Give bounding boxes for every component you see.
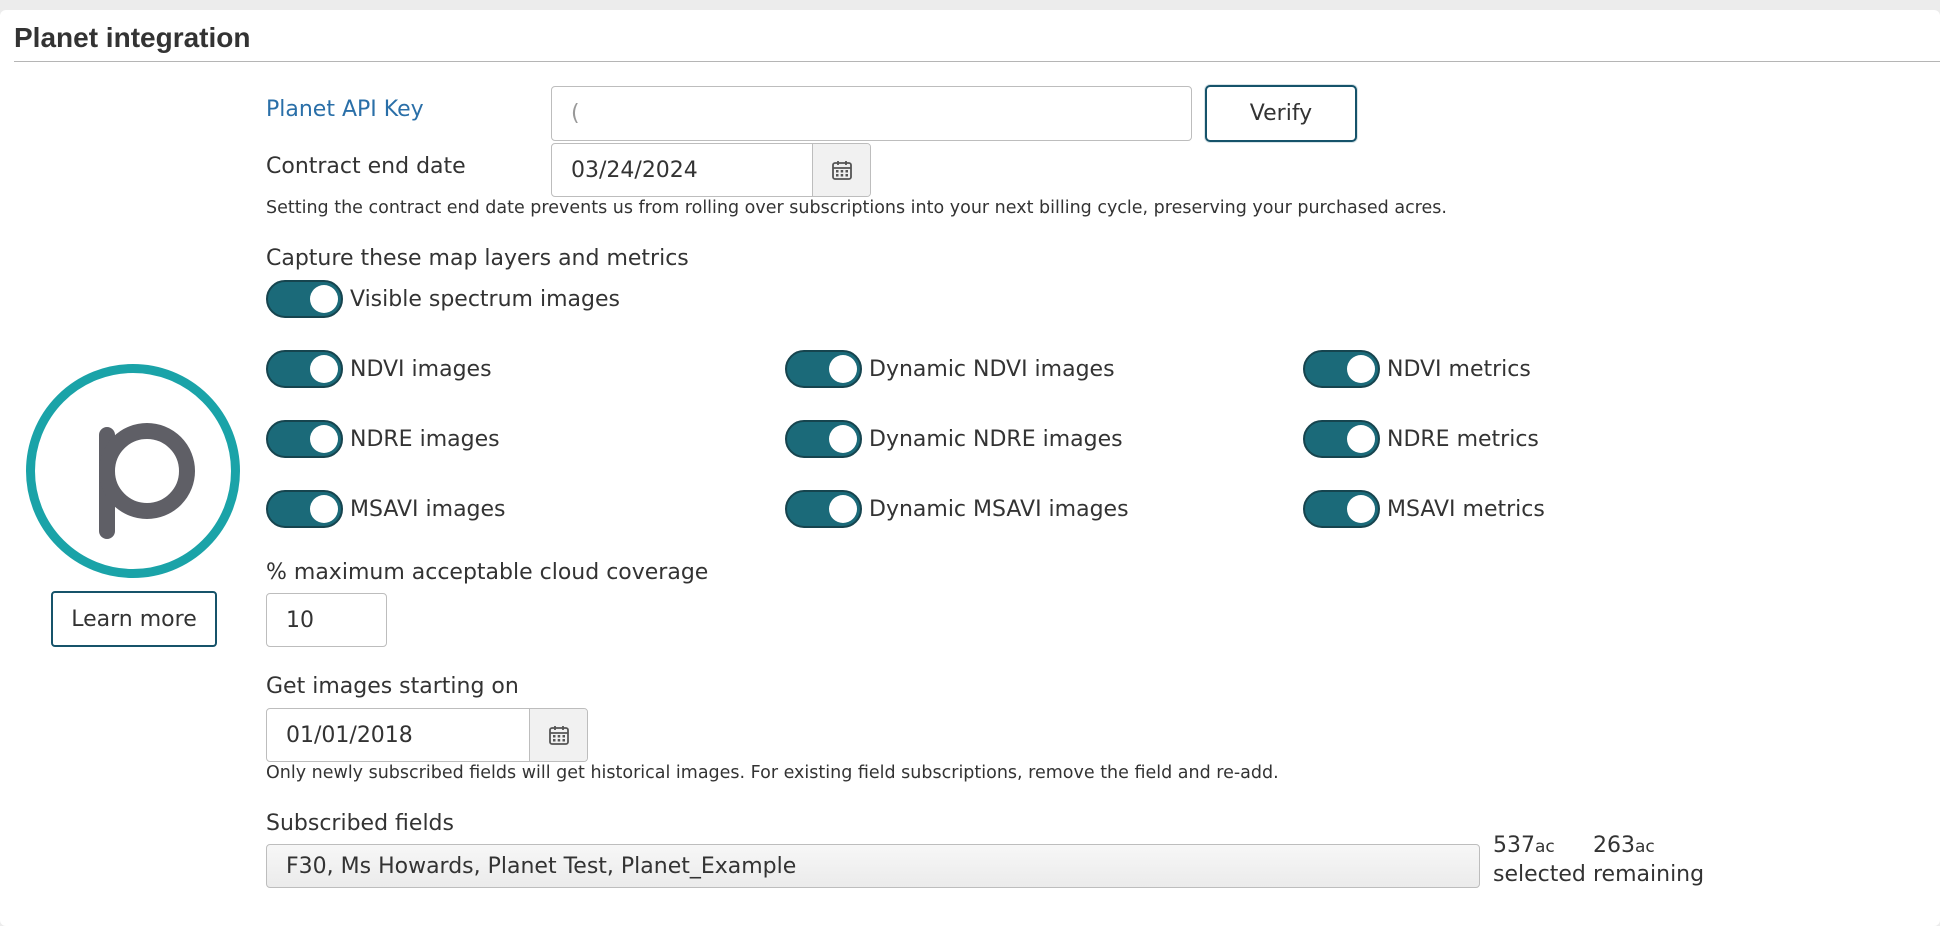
contract-end-date-picker[interactable]: 03/24/2024	[551, 143, 871, 197]
title-divider	[14, 61, 1940, 62]
toggle-switch[interactable]	[1303, 420, 1380, 458]
acres-selected-label: selected	[1493, 862, 1586, 887]
toggle-dynamic-ndre-images[interactable]: Dynamic NDRE images	[785, 420, 1123, 458]
start-date-label: Get images starting on	[266, 674, 519, 699]
subscribed-fields-label: Subscribed fields	[266, 811, 454, 836]
acres-selected-unit: ac	[1535, 837, 1555, 857]
acres-remaining-label: remaining	[1593, 862, 1705, 887]
toggle-visible-spectrum[interactable]: Visible spectrum images	[266, 280, 620, 318]
start-date-input[interactable]: 01/01/2018	[267, 709, 529, 761]
toggle-label: Dynamic NDRE images	[869, 426, 1123, 452]
verify-button[interactable]: Verify	[1205, 85, 1357, 142]
capture-heading: Capture these map layers and metrics	[266, 246, 689, 271]
toggle-ndvi-images[interactable]: NDVI images	[266, 350, 492, 388]
toggle-label: MSAVI images	[350, 496, 506, 522]
toggle-label: NDRE metrics	[1387, 426, 1539, 452]
api-key-value: (	[571, 101, 580, 126]
cloud-coverage-value: 10	[286, 607, 314, 633]
toggle-label: Visible spectrum images	[350, 286, 620, 312]
toggle-switch[interactable]	[785, 350, 862, 388]
toggle-ndre-images[interactable]: NDRE images	[266, 420, 500, 458]
planet-integration-panel	[0, 10, 1940, 926]
start-date-help: Only newly subscribed fields will get hi…	[266, 763, 1279, 783]
cloud-coverage-label: % maximum acceptable cloud coverage	[266, 560, 709, 585]
start-date-picker[interactable]: 01/01/2018	[266, 708, 588, 762]
contract-end-date-input[interactable]: 03/24/2024	[552, 144, 812, 196]
acres-remaining-unit: ac	[1635, 837, 1655, 857]
acres-selected-value: 537	[1493, 833, 1535, 858]
toggle-label: Dynamic MSAVI images	[869, 496, 1129, 522]
learn-more-button[interactable]: Learn more	[51, 591, 217, 647]
subscribed-fields-input[interactable]: F30, Ms Howards, Planet Test, Planet_Exa…	[266, 844, 1480, 888]
toggle-switch[interactable]	[266, 280, 343, 318]
toggle-switch[interactable]	[1303, 350, 1380, 388]
toggle-switch[interactable]	[785, 420, 862, 458]
toggle-label: NDVI images	[350, 356, 492, 382]
toggle-switch[interactable]	[785, 490, 862, 528]
acres-selected: 537ac selected	[1493, 832, 1586, 888]
api-key-input[interactable]: (	[551, 86, 1192, 141]
api-key-label[interactable]: Planet API Key	[266, 97, 424, 122]
toggle-ndvi-metrics[interactable]: NDVI metrics	[1303, 350, 1531, 388]
toggle-dynamic-msavi-images[interactable]: Dynamic MSAVI images	[785, 490, 1129, 528]
toggle-msavi-metrics[interactable]: MSAVI metrics	[1303, 490, 1545, 528]
toggle-switch[interactable]	[266, 490, 343, 528]
toggle-switch[interactable]	[266, 350, 343, 388]
toggle-switch[interactable]	[266, 420, 343, 458]
toggle-label: MSAVI metrics	[1387, 496, 1545, 522]
subscribed-fields-value: F30, Ms Howards, Planet Test, Planet_Exa…	[286, 853, 797, 879]
calendar-icon[interactable]	[812, 144, 870, 196]
acres-remaining: 263ac remaining	[1593, 832, 1704, 888]
panel-title: Planet integration	[14, 22, 251, 53]
contract-end-help: Setting the contract end date prevents u…	[266, 198, 1447, 218]
toggle-msavi-images[interactable]: MSAVI images	[266, 490, 506, 528]
toggle-label: Dynamic NDVI images	[869, 356, 1115, 382]
acres-remaining-value: 263	[1593, 833, 1635, 858]
planet-logo-icon	[26, 364, 240, 578]
cloud-coverage-input[interactable]: 10	[266, 593, 387, 647]
toggle-dynamic-ndvi-images[interactable]: Dynamic NDVI images	[785, 350, 1115, 388]
toggle-label: NDRE images	[350, 426, 500, 452]
toggle-label: NDVI metrics	[1387, 356, 1531, 382]
toggle-switch[interactable]	[1303, 490, 1380, 528]
calendar-icon[interactable]	[529, 709, 587, 761]
toggle-ndre-metrics[interactable]: NDRE metrics	[1303, 420, 1539, 458]
contract-end-label: Contract end date	[266, 154, 466, 179]
